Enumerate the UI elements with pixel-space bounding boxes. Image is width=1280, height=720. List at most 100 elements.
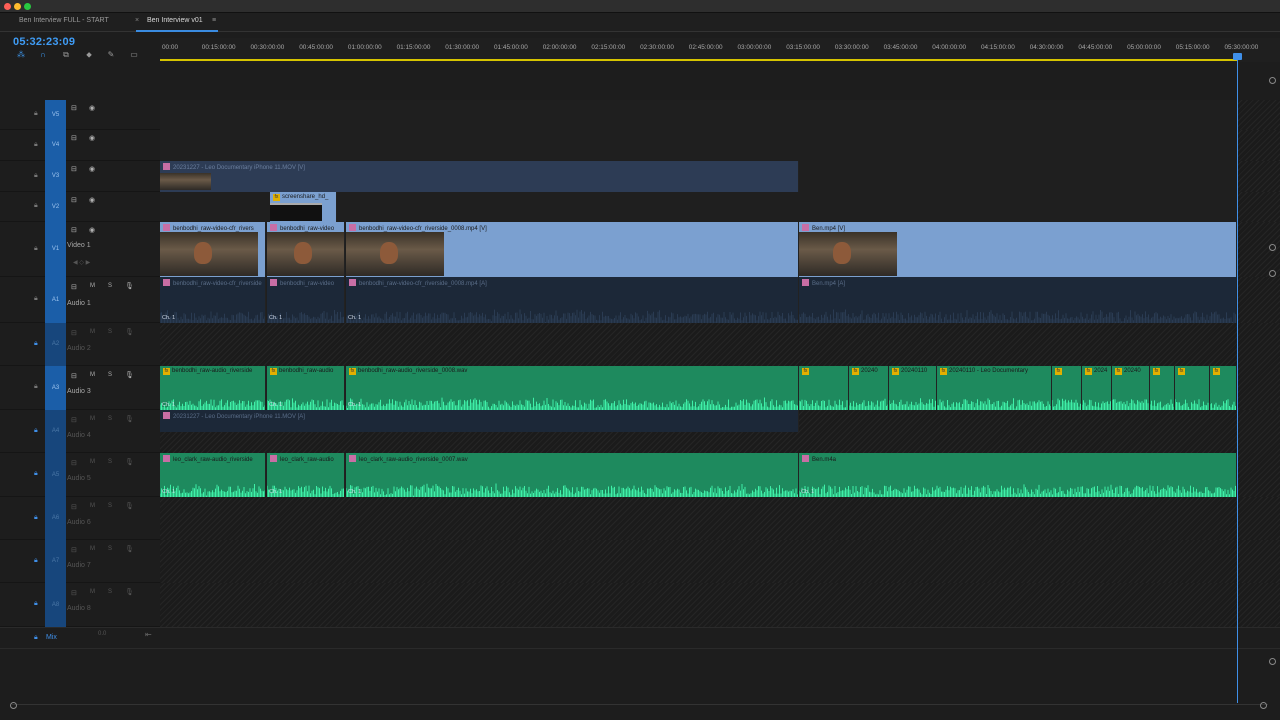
mix-lock-icon[interactable]: 🔒︎ [34, 634, 38, 642]
a3-clip[interactable]: fx 20240 [849, 366, 889, 410]
horizontal-zoom-scrollbar[interactable] [10, 702, 1268, 710]
mix-pan-icon[interactable]: ⇤ [145, 630, 152, 639]
track-lane-a6[interactable] [160, 497, 1280, 540]
toggle-track-output-eye-icon[interactable]: ◉ [89, 226, 95, 234]
a3-clip[interactable]: fx benbodhi_raw-audio Ch. 1 [267, 366, 345, 410]
voiceover-record-icon[interactable]: 🎙︎ [125, 588, 134, 596]
toggle-sync-lock-icon[interactable]: ⊟ [71, 134, 77, 142]
keyframe-nav-icon[interactable]: ◀ ◇ ▶ [73, 259, 90, 266]
a3-clip[interactable]: fx [1175, 366, 1210, 410]
track-target-v3[interactable]: V3 [45, 161, 66, 192]
v-divider-handle[interactable] [1269, 244, 1276, 251]
snap-magnet-icon[interactable]: ∩ [37, 50, 49, 59]
v2-screenshare-clip[interactable]: fx screenshare_hd_ [270, 192, 337, 222]
track-target-a6[interactable]: A6 [45, 497, 66, 540]
solo-track-button[interactable]: S [108, 283, 112, 289]
playhead-handle[interactable] [1233, 53, 1242, 60]
toggle-sync-lock-icon[interactable]: ⊟ [71, 196, 77, 204]
a5-clip[interactable]: leo_clark_raw-audio_riverside_0007.wav Ch… [346, 453, 799, 497]
a5-clip[interactable]: leo_clark_raw-audio_riverside Ch. 1 [160, 453, 266, 497]
v1-clip[interactable]: benbodhi_raw-video [267, 222, 345, 277]
track-lock-icon[interactable]: 🔒︎ [34, 172, 38, 180]
track-target-v4[interactable]: V4 [45, 130, 66, 161]
v-zoom-bottom-handle[interactable] [1269, 658, 1276, 665]
playhead-timecode[interactable]: 05:32:23:09 [13, 36, 75, 48]
a3-clip[interactable]: fx benbodhi_raw-audio_riverside_0008.wav C… [346, 366, 799, 410]
track-target-a8[interactable]: A8 [45, 583, 66, 627]
a1-clip[interactable]: benbodhi_raw-video-cfr_riverside_0008.mp… [346, 277, 799, 323]
track-lane-v4[interactable] [160, 130, 1280, 161]
v1-clip[interactable]: Ben.mp4 [V] [799, 222, 1237, 277]
track-lock-icon[interactable]: 🔒︎ [34, 427, 38, 435]
linked-selection-icon[interactable]: ⧉ [60, 50, 72, 60]
toggle-track-output-eye-icon[interactable]: ◉ [89, 104, 95, 112]
toggle-sync-lock-icon[interactable]: ⊟ [71, 165, 77, 173]
toggle-sync-lock-icon[interactable]: ⊟ [71, 416, 77, 424]
a3-clip[interactable]: fx [1052, 366, 1082, 410]
a1-clip[interactable]: benbodhi_raw-video-cfr_riverside Ch. 1 [160, 277, 266, 323]
v1-clip[interactable]: benbodhi_raw-video-cfr_rivers [160, 222, 266, 277]
zoom-window-button[interactable] [24, 3, 31, 10]
track-lock-icon[interactable]: 🔒︎ [34, 557, 38, 565]
v-zoom-top-handle[interactable] [1269, 77, 1276, 84]
playhead-line[interactable] [1237, 55, 1238, 703]
toggle-track-output-eye-icon[interactable]: ◉ [89, 165, 95, 173]
toggle-track-output-eye-icon[interactable]: ◉ [89, 134, 95, 142]
track-lock-icon[interactable]: 🔒︎ [34, 202, 38, 210]
work-area-bar[interactable] [160, 59, 1237, 61]
a5-clip[interactable]: Ben.m4a Ch. 1 [799, 453, 1237, 497]
toggle-sync-lock-icon[interactable]: ⊟ [71, 546, 77, 554]
voiceover-record-icon[interactable]: 🎙︎ [125, 282, 134, 290]
mute-track-button[interactable]: M [90, 503, 95, 509]
track-lock-icon[interactable]: 🔒︎ [34, 295, 38, 303]
a3-clip[interactable]: fx [1210, 366, 1237, 410]
track-target-a1[interactable]: A1 [45, 277, 66, 323]
nest-icon[interactable]: ⁂ [15, 50, 27, 59]
a5-clip[interactable]: leo_clark_raw-audio Ch. 1 [267, 453, 345, 497]
solo-track-button[interactable]: S [108, 589, 112, 595]
solo-track-button[interactable]: S [108, 416, 112, 422]
voiceover-record-icon[interactable]: 🎙︎ [125, 415, 134, 423]
toggle-sync-lock-icon[interactable]: ⊟ [71, 283, 77, 291]
add-marker-icon[interactable]: ⬥ [83, 50, 95, 60]
a3-clip[interactable]: fx 20240110 - Leo Documentary [937, 366, 1052, 410]
voiceover-record-icon[interactable]: 🎙︎ [125, 371, 134, 379]
toggle-sync-lock-icon[interactable]: ⊟ [71, 329, 77, 337]
mute-track-button[interactable]: M [90, 416, 95, 422]
a1-clip[interactable]: benbodhi_raw-video Ch. 1 [267, 277, 345, 323]
track-lock-icon[interactable]: 🔒︎ [34, 245, 38, 253]
toggle-sync-lock-icon[interactable]: ⊟ [71, 459, 77, 467]
solo-track-button[interactable]: S [108, 503, 112, 509]
a3-clip[interactable]: fx benbodhi_raw-audio_riverside Ch. 1 [160, 366, 266, 410]
solo-track-button[interactable]: S [108, 329, 112, 335]
track-lane-a8[interactable] [160, 583, 1280, 627]
close-tab-icon[interactable]: × [135, 17, 139, 24]
toggle-sync-lock-icon[interactable]: ⊟ [71, 503, 77, 511]
wrench-settings-icon[interactable]: ✎ [105, 50, 117, 59]
mute-track-button[interactable]: M [90, 372, 95, 378]
track-lane-a2[interactable] [160, 323, 1280, 366]
voiceover-record-icon[interactable]: 🎙︎ [125, 545, 134, 553]
track-target-v5[interactable]: V5 [45, 100, 66, 130]
solo-track-button[interactable]: S [108, 546, 112, 552]
track-target-a7[interactable]: A7 [45, 540, 66, 583]
toggle-sync-lock-icon[interactable]: ⊟ [71, 104, 77, 112]
a3-clip[interactable]: fx [799, 366, 849, 410]
toggle-track-output-eye-icon[interactable]: ◉ [89, 196, 95, 204]
toggle-sync-lock-icon[interactable]: ⊟ [71, 589, 77, 597]
track-target-a2[interactable]: A2 [45, 323, 66, 366]
caption-track-icon[interactable]: ▭ [128, 50, 140, 59]
track-target-a5[interactable]: A5 [45, 453, 66, 497]
mix-volume-value[interactable]: 0.0 [98, 631, 106, 637]
track-lock-icon[interactable]: 🔒︎ [34, 383, 38, 391]
v3-clip[interactable]: 20231227 - Leo Documentary iPhone 11.MOV… [160, 161, 799, 192]
a3-clip[interactable]: fx 20240 [1112, 366, 1150, 410]
v-divider-handle[interactable] [1269, 270, 1276, 277]
track-lock-icon[interactable]: 🔒︎ [34, 514, 38, 522]
track-lane-a7[interactable] [160, 540, 1280, 583]
tab-ben-interview-v01[interactable]: Ben Interview v01 [147, 17, 203, 24]
a3-clip[interactable]: fx 2024 [1082, 366, 1112, 410]
mute-track-button[interactable]: M [90, 546, 95, 552]
track-target-v2[interactable]: V2 [45, 192, 66, 222]
track-target-a3[interactable]: A3 [45, 366, 66, 410]
